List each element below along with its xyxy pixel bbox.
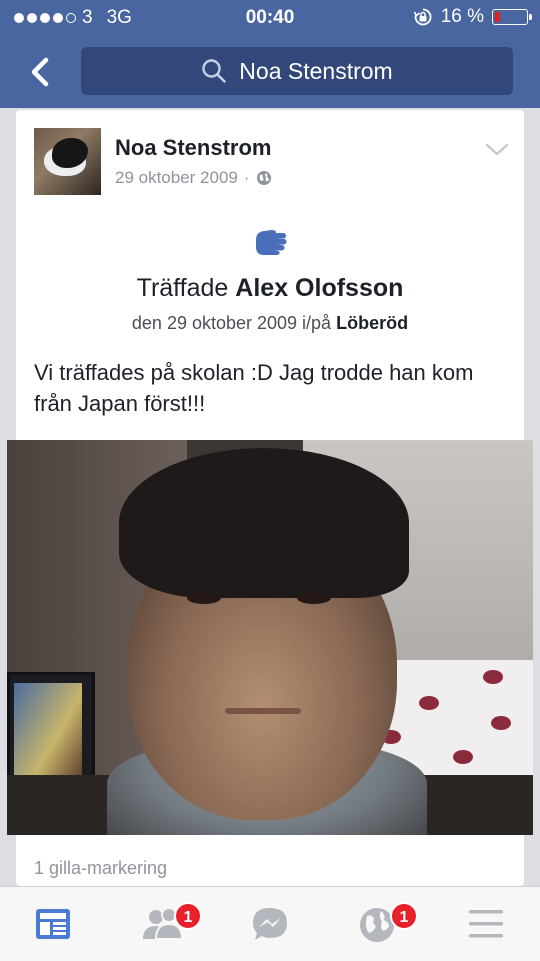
battery-level-fill	[495, 12, 500, 22]
battery-percent: 16 %	[440, 6, 484, 27]
rotation-lock-icon	[413, 8, 432, 26]
post-date[interactable]: 29 oktober 2009	[115, 168, 238, 188]
post-text: Vi träffades på skolan :D Jag trodde han…	[34, 360, 474, 416]
globe-icon	[256, 171, 271, 185]
search-value: Noa Stenstrom	[239, 57, 393, 84]
chevron-down-icon[interactable]	[484, 140, 510, 158]
status-bar: 3 3G 00:40 16 %	[0, 0, 540, 36]
friend-requests-badge: 1	[174, 902, 202, 930]
post-photo[interactable]	[7, 440, 533, 835]
tab-more[interactable]	[432, 887, 540, 961]
checkin-date: den 29 oktober 2009 i/på	[131, 313, 332, 333]
notifications-badge: 1	[390, 902, 418, 930]
checkin-place[interactable]: Löberöd	[336, 313, 408, 333]
checkin-subtitle: den 29 oktober 2009 i/på Löberöd	[16, 313, 524, 334]
meta-separator: ·	[243, 168, 250, 187]
likes-count[interactable]: 1 gilla-markering	[34, 858, 167, 879]
tab-notifications[interactable]: 1	[324, 887, 432, 961]
messenger-icon	[253, 908, 287, 940]
tab-messenger[interactable]	[216, 887, 324, 961]
post-meta: 29 oktober 2009 ·	[115, 168, 272, 188]
search-icon	[202, 59, 227, 83]
hand-wave-icon	[256, 230, 287, 255]
news-feed-icon	[36, 909, 70, 939]
nav-bar: Noa Stenstrom	[0, 36, 540, 108]
checkin-title: Träffade Alex Olofsson	[16, 274, 524, 303]
post-author[interactable]: Noa Stenstrom	[115, 135, 271, 161]
tab-friend-requests[interactable]: 1	[108, 887, 216, 961]
battery-area: 16 %	[413, 6, 532, 28]
tagged-person[interactable]: Alex Olofsson	[235, 274, 403, 302]
tab-bar: 1 1	[0, 886, 540, 961]
post-card: Noa Stenstrom 29 oktober 2009 · Träffade…	[7, 110, 533, 886]
search-input[interactable]: Noa Stenstrom	[81, 47, 513, 95]
avatar[interactable]	[34, 128, 101, 195]
tab-news-feed[interactable]	[0, 887, 108, 961]
menu-icon	[469, 910, 503, 938]
battery-icon	[492, 9, 532, 25]
checkin-prefix: Träffade	[136, 274, 229, 302]
chevron-left-icon	[31, 57, 49, 87]
back-button[interactable]	[22, 52, 62, 92]
